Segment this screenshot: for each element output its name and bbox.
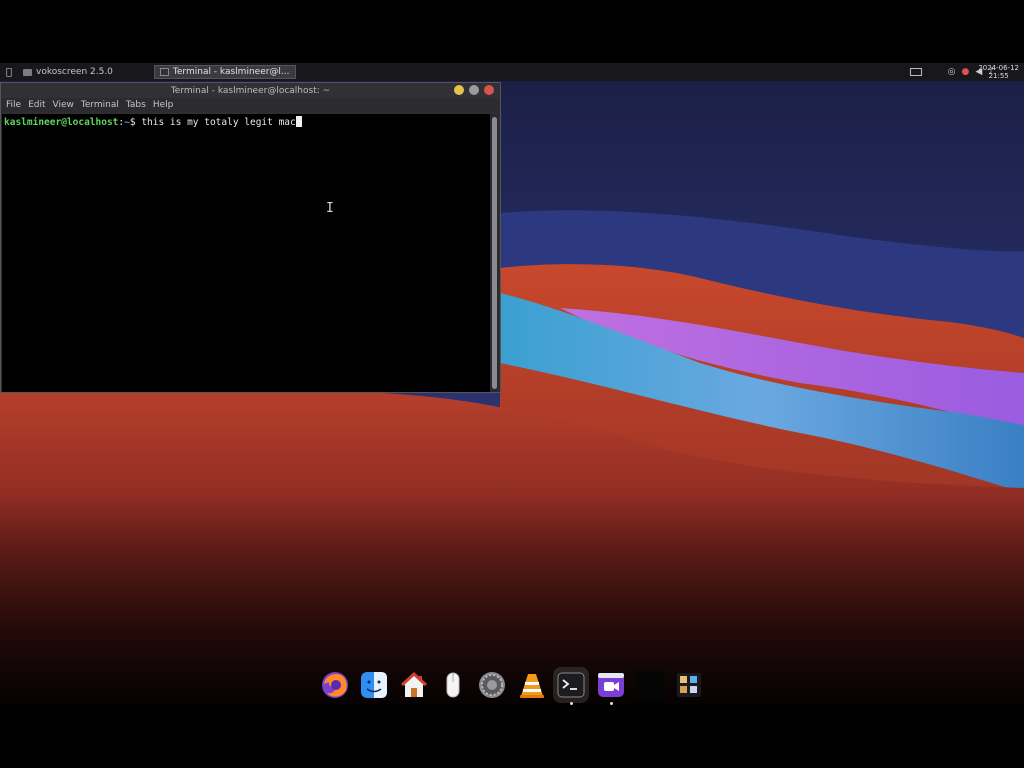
window-title: Terminal - kaslmineer@localhost: ~ bbox=[170, 85, 331, 96]
dock-item-vlc[interactable] bbox=[514, 667, 549, 703]
dock-item-mouse[interactable] bbox=[435, 667, 470, 703]
clock[interactable]: 2024-06-12 21:55 bbox=[978, 64, 1019, 80]
taskbar-item-vokoscreen[interactable]: vokoscreen 2.5.0 bbox=[18, 65, 118, 79]
dock-item-home[interactable] bbox=[396, 667, 431, 703]
letterbox-top bbox=[0, 0, 1024, 63]
scrollbar-thumb[interactable] bbox=[492, 117, 497, 389]
dock bbox=[314, 665, 710, 705]
terminal-window[interactable]: Terminal - kaslmineer@localhost: ~ File … bbox=[0, 82, 501, 393]
terminal-icon bbox=[557, 672, 585, 698]
ibeam-mouse-cursor-icon: I bbox=[326, 201, 334, 216]
menu-edit[interactable]: Edit bbox=[28, 100, 45, 110]
terminal-scrollbar[interactable] bbox=[490, 114, 499, 392]
apple-menu-icon[interactable]:  bbox=[3, 67, 15, 78]
prompt-user: kaslmineer@localhost bbox=[4, 117, 119, 128]
app-grid-icon bbox=[677, 673, 702, 697]
menu-view[interactable]: View bbox=[53, 100, 74, 110]
terminal-small-icon bbox=[159, 68, 169, 76]
dock-item-app-grid[interactable] bbox=[672, 667, 707, 703]
dock-item-firefox[interactable] bbox=[317, 667, 352, 703]
taskbar-item-terminal[interactable]: Terminal - kaslmineer@l... bbox=[153, 65, 296, 79]
vokoscreen-icon bbox=[23, 68, 32, 76]
settings-gear-icon bbox=[479, 672, 506, 698]
prompt-symbol: $ bbox=[129, 117, 142, 128]
keyboard-layout-icon[interactable] bbox=[909, 68, 922, 76]
vlc-icon bbox=[519, 674, 544, 698]
top-panel:  vokoscreen 2.5.0 Terminal - kaslmineer… bbox=[0, 63, 1024, 81]
home-folder-icon bbox=[400, 671, 427, 697]
dock-item-finder[interactable] bbox=[356, 667, 391, 703]
finder-icon bbox=[361, 672, 388, 698]
taskbar-item-label: Terminal - kaslmineer@l... bbox=[172, 67, 290, 77]
minimize-button[interactable] bbox=[454, 85, 464, 95]
close-button[interactable] bbox=[484, 85, 494, 95]
menu-help[interactable]: Help bbox=[153, 100, 174, 110]
screen-recorder-icon bbox=[597, 673, 624, 697]
dock-item-terminal[interactable] bbox=[553, 667, 589, 705]
text-cursor bbox=[295, 116, 302, 127]
command-text: this is my totaly legit mac bbox=[141, 117, 296, 128]
dock-item-blank-app[interactable] bbox=[632, 667, 667, 703]
dock-item-screen-recorder[interactable] bbox=[593, 667, 628, 705]
blank-app-icon bbox=[635, 671, 664, 699]
letterbox-bottom bbox=[0, 705, 1024, 768]
clock-time: 21:55 bbox=[988, 72, 1009, 80]
dock-item-settings[interactable] bbox=[475, 667, 510, 703]
maximize-button[interactable] bbox=[469, 85, 479, 95]
terminal-menubar: File Edit View Terminal Tabs Help bbox=[1, 98, 500, 112]
window-titlebar[interactable]: Terminal - kaslmineer@localhost: ~ bbox=[1, 83, 500, 98]
microphone-icon[interactable]: ● bbox=[961, 67, 969, 77]
clock-date: 2024-06-12 bbox=[978, 64, 1019, 72]
window-controls bbox=[454, 85, 494, 95]
mouse-icon bbox=[446, 672, 460, 698]
menu-tabs[interactable]: Tabs bbox=[126, 100, 146, 110]
network-icon[interactable]: ◎ bbox=[948, 67, 956, 77]
terminal-screen[interactable]: kaslmineer@localhost:~$ this is my total… bbox=[2, 114, 491, 392]
menu-file[interactable]: File bbox=[6, 100, 21, 110]
taskbar-item-label: vokoscreen 2.5.0 bbox=[36, 67, 113, 77]
menu-terminal[interactable]: Terminal bbox=[81, 100, 119, 110]
firefox-icon bbox=[321, 672, 348, 698]
